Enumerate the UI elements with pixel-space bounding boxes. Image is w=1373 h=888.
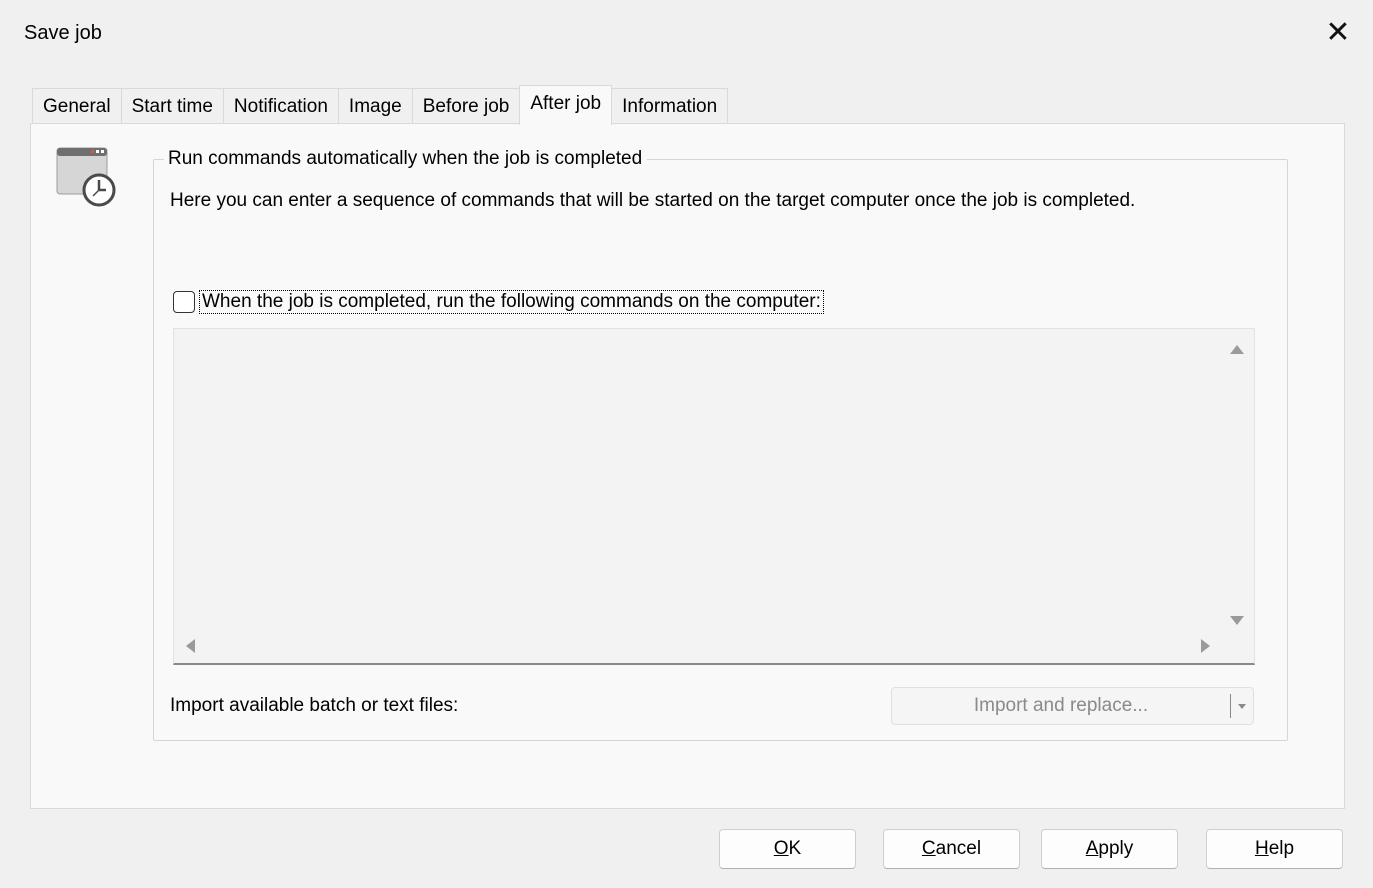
ok-label-rest: K xyxy=(788,838,802,859)
cancel-mnemonic: C xyxy=(921,838,936,859)
import-and-replace-button[interactable]: Import and replace... xyxy=(891,687,1254,725)
help-mnemonic: H xyxy=(1254,838,1269,859)
ok-button[interactable]: OK xyxy=(719,829,856,869)
tab-after-job[interactable]: After job xyxy=(519,85,613,125)
scroll-up-arrow-icon[interactable] xyxy=(1230,345,1244,354)
close-icon: ✕ xyxy=(1325,15,1351,49)
dialog-title: Save job xyxy=(24,22,102,44)
save-job-dialog: Save job ✕ General Start time Notificati… xyxy=(0,0,1373,888)
run-commands-checkbox[interactable] xyxy=(173,291,195,313)
cancel-label-rest: ancel xyxy=(935,838,982,859)
import-label: Import available batch or text files: xyxy=(170,695,459,716)
apply-button[interactable]: Apply xyxy=(1041,829,1178,869)
import-button-label: Import and replace... xyxy=(973,695,1149,716)
run-commands-label[interactable]: When the job is completed, run the follo… xyxy=(199,290,824,314)
group-title: Run commands automatically when the job … xyxy=(164,148,648,170)
help-label-rest: elp xyxy=(1268,838,1295,859)
job-clock-icon xyxy=(55,146,117,208)
close-button[interactable]: ✕ xyxy=(1303,0,1373,64)
scroll-right-arrow-icon[interactable] xyxy=(1201,639,1210,653)
tab-before-job[interactable]: Before job xyxy=(411,88,521,124)
dropdown-arrow-icon[interactable] xyxy=(1238,704,1246,709)
run-commands-group: Run commands automatically when the job … xyxy=(153,148,1288,741)
tab-image[interactable]: Image xyxy=(337,88,413,124)
apply-mnemonic: A xyxy=(1085,838,1099,859)
tab-strip: General Start time Notification Image Be… xyxy=(32,85,729,125)
ok-mnemonic: O xyxy=(773,838,789,859)
apply-label-rest: pply xyxy=(1098,838,1134,859)
help-button[interactable]: Help xyxy=(1206,829,1343,869)
tab-general[interactable]: General xyxy=(32,88,122,124)
run-commands-option[interactable]: When the job is completed, run the follo… xyxy=(173,290,824,314)
tab-information[interactable]: Information xyxy=(611,88,729,124)
cancel-button[interactable]: Cancel xyxy=(883,829,1020,869)
scroll-down-arrow-icon[interactable] xyxy=(1230,616,1244,625)
group-description: Here you can enter a sequence of command… xyxy=(170,190,1136,211)
scroll-left-arrow-icon[interactable] xyxy=(186,639,195,653)
tab-notification[interactable]: Notification xyxy=(222,88,339,124)
split-divider xyxy=(1230,694,1231,718)
commands-textbox[interactable] xyxy=(173,328,1255,665)
title-bar: Save job ✕ xyxy=(0,0,1373,64)
after-job-panel: Run commands automatically when the job … xyxy=(30,123,1345,809)
tab-start-time[interactable]: Start time xyxy=(120,88,224,124)
